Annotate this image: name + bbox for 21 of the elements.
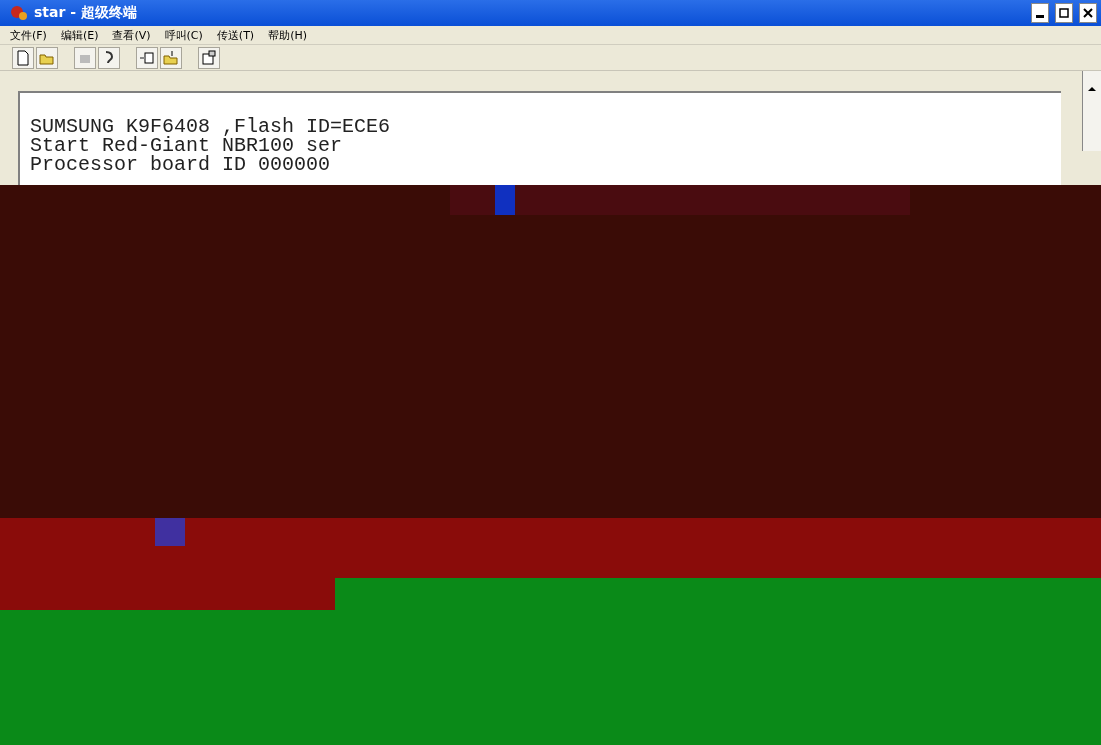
menu-item[interactable]: 查看(V): [112, 27, 151, 43]
minimize-button[interactable]: [1031, 3, 1049, 24]
maximize-button[interactable]: [1055, 3, 1073, 24]
minimize-icon: [1036, 15, 1044, 19]
terminal-app-icon: [10, 5, 28, 22]
terminal-line: Processor board ID 000000: [30, 155, 332, 174]
terminal-line: SUMSUNG K9F6408 ,Flash ID=ECE6: [30, 117, 392, 136]
window-title: star - 超级终端: [34, 4, 138, 23]
menu-item[interactable]: 传送(T): [216, 27, 255, 43]
menu-item[interactable]: 文件(F): [10, 27, 47, 43]
new-document-icon[interactable]: [12, 46, 34, 69]
properties-icon[interactable]: [198, 46, 220, 69]
open-folder-icon[interactable]: [36, 46, 58, 69]
maximize-icon: [1059, 8, 1069, 19]
menu-item[interactable]: 编辑(E): [60, 27, 99, 43]
terminal-line: Start Red-Giant NBR100 ser: [30, 136, 344, 155]
menu-item[interactable]: 呼叫(C): [164, 27, 203, 43]
close-button[interactable]: [1079, 3, 1097, 24]
menu-item[interactable]: 帮助(H): [268, 27, 307, 43]
close-icon: [1083, 8, 1093, 19]
scrollbar[interactable]: [1082, 71, 1101, 151]
